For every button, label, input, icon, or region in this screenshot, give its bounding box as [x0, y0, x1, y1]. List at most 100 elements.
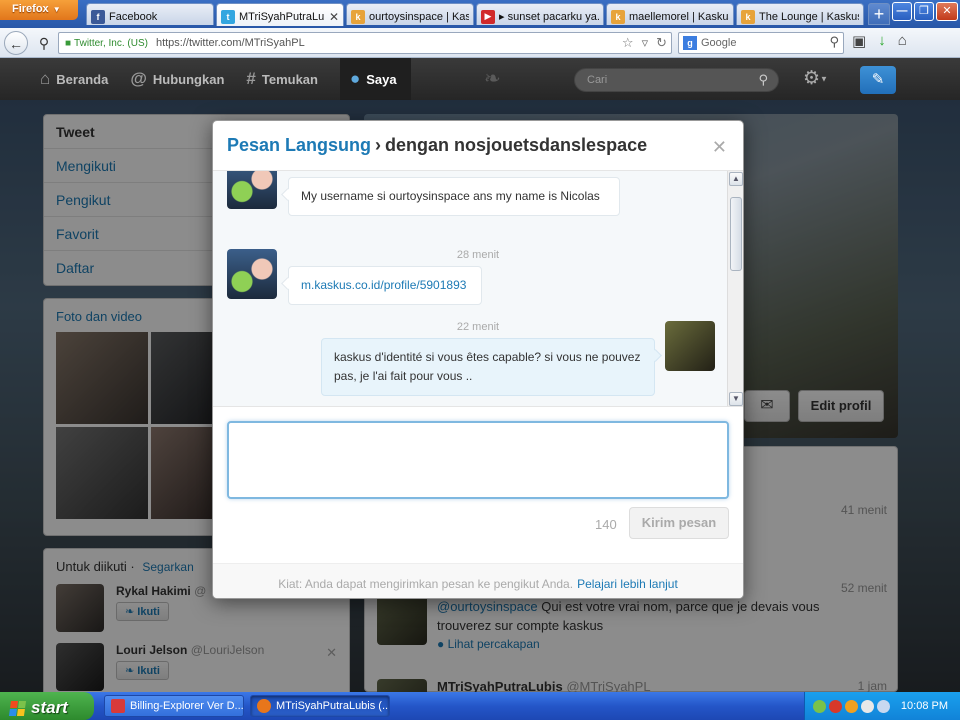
lock-icon: ■ — [65, 37, 72, 49]
youtube-icon: ▶ — [481, 9, 495, 24]
home-icon[interactable]: ⌂ — [898, 32, 907, 50]
start-button[interactable]: start — [0, 692, 94, 720]
chevron-down-icon: ▼ — [820, 74, 828, 84]
tab-kaskus-lounge[interactable]: k The Lounge | Kaskus... — [736, 3, 864, 25]
search-bar[interactable]: g Google ⚲ — [678, 32, 844, 54]
nav-hubungkan[interactable]: @ Hubungkan — [130, 58, 236, 100]
twitter-search-input[interactable]: Cari ⚲ — [574, 68, 779, 92]
twitter-bird-icon[interactable]: ❧ — [484, 66, 501, 91]
maximize-button[interactable]: ❐ — [914, 2, 934, 21]
toolbar-buttons: ▣ ↓ ⌂ — [852, 32, 907, 50]
avatar[interactable] — [227, 249, 277, 299]
thread-scrollbar[interactable]: ▲ ▼ — [727, 171, 743, 406]
breadcrumb-separator: › — [375, 135, 382, 155]
chevron-down-icon: ▼ — [52, 5, 61, 14]
dialog-footer: Kiat: Anda dapat mengirimkan pesan ke pe… — [213, 563, 743, 598]
scroll-down-arrow-icon[interactable]: ▼ — [729, 392, 743, 406]
task-billing-explorer[interactable]: Billing-Explorer Ver D... — [104, 695, 244, 717]
dm-breadcrumb-link[interactable]: Pesan Langsung — [227, 135, 371, 155]
nav-label: Hubungkan — [152, 71, 225, 87]
bookmarks-icon[interactable]: ▣ — [852, 32, 866, 50]
tray-volume-icon[interactable] — [861, 699, 874, 713]
nav-label: Saya — [366, 71, 397, 87]
character-counter: 140 — [595, 517, 617, 532]
ssl-identity[interactable]: Twitter, Inc. (US) — [74, 38, 148, 49]
tab-youtube[interactable]: ▶ ▸ sunset pacarku ya... — [476, 3, 604, 25]
download-icon[interactable]: ↓ — [878, 32, 886, 50]
scroll-up-arrow-icon[interactable]: ▲ — [729, 172, 743, 186]
taskbar-tasks: Billing-Explorer Ver D... MTriSyahPutraL… — [104, 695, 390, 717]
kaskus-icon: k — [611, 9, 625, 24]
at-icon: @ — [130, 69, 147, 88]
tab-strip: f Facebook t MTriSyahPutraLu... ✕ k ourt… — [86, 3, 890, 28]
kaskus-icon: k — [351, 9, 365, 24]
close-window-button[interactable]: ✕ — [936, 2, 958, 21]
message-compose-input[interactable] — [227, 421, 729, 499]
tab-kaskus-ourtoysinspace[interactable]: k ourtoysinspace | Kas... — [346, 3, 474, 25]
reload-icon[interactable]: ↻ — [656, 35, 667, 51]
direct-message-dialog: Pesan Langsung › dengan nosjouetsdanslespa… — [212, 120, 744, 599]
tab-twitter[interactable]: t MTriSyahPutraLu... ✕ — [216, 3, 344, 26]
twitter-icon: t — [221, 10, 235, 24]
windows-taskbar: start Billing-Explorer Ver D... MTriSyah… — [0, 692, 960, 720]
browser-nav-bar: ← ⚲ ■ Twitter, Inc. (US) https://twitter… — [0, 28, 960, 58]
task-firefox[interactable]: MTriSyahPutraLubis (... — [250, 695, 390, 717]
address-bar[interactable]: ■ Twitter, Inc. (US) https://twitter.com… — [58, 32, 672, 54]
tray-antivirus-icon[interactable] — [829, 699, 842, 713]
key-icon[interactable]: ⚲ — [32, 31, 56, 55]
task-label: MTriSyahPutraLubis (... — [276, 700, 390, 712]
nav-saya[interactable]: ● Saya — [339, 58, 411, 100]
learn-more-link[interactable]: Pelajari lebih lanjut — [577, 577, 678, 591]
nav-temukan[interactable]: # Temukan — [246, 58, 330, 100]
search-placeholder: Cari — [587, 74, 608, 86]
google-icon[interactable]: g — [683, 36, 697, 50]
billing-icon — [111, 699, 125, 713]
back-button[interactable]: ← — [4, 31, 28, 55]
message-timestamp: 28 menit — [456, 249, 500, 261]
window-controls: — ❐ ✕ — [892, 2, 958, 21]
bookmark-star-icon[interactable]: ☆ — [622, 35, 634, 51]
avatar[interactable] — [227, 171, 277, 209]
twitter-nav: ⌂ Beranda @ Hubungkan # Temukan ● Saya — [40, 58, 421, 100]
url-text: https://twitter.com/MTriSyahPL — [155, 37, 305, 49]
tab-label: ▸ sunset pacarku ya... — [499, 11, 599, 23]
gear-icon[interactable]: ⚙▼ — [803, 67, 828, 90]
message-timestamp: 22 menit — [456, 321, 500, 333]
nav-beranda[interactable]: ⌂ Beranda — [40, 58, 120, 100]
dropdown-icon[interactable]: ▿ — [642, 35, 649, 51]
tray-alert-icon[interactable] — [845, 699, 858, 713]
home-icon: ⌂ — [40, 69, 51, 88]
user-icon: ● — [349, 69, 361, 88]
tip-text: Kiat: Anda dapat mengirimkan pesan ke pe… — [278, 577, 574, 591]
close-tab-icon[interactable]: ✕ — [329, 10, 339, 24]
message-bubble: kaskus d'identité si vous êtes capable? … — [321, 338, 655, 396]
windows-logo-icon — [8, 700, 27, 716]
nav-label: Temukan — [261, 71, 318, 87]
new-tab-button[interactable]: + — [868, 3, 890, 25]
close-icon[interactable]: ✕ — [712, 137, 727, 158]
tab-label: MTriSyahPutraLu... — [239, 11, 325, 23]
search-icon[interactable]: ⚲ — [829, 34, 839, 50]
hash-icon: # — [246, 69, 256, 88]
search-icon[interactable]: ⚲ — [758, 72, 768, 88]
minimize-button[interactable]: — — [892, 2, 912, 21]
message-thread[interactable]: My username si ourtoysinspace ans my nam… — [213, 171, 743, 407]
firefox-icon — [257, 699, 271, 713]
tray-chat-icon[interactable] — [877, 699, 890, 713]
facebook-icon: f — [91, 9, 105, 24]
kaskus-icon: k — [741, 9, 755, 24]
tab-label: ourtoysinspace | Kas... — [369, 10, 469, 23]
scrollbar-thumb[interactable] — [730, 197, 742, 271]
tab-label: maellemorel | Kaskus... — [629, 10, 729, 23]
tray-network-icon[interactable] — [813, 699, 826, 713]
task-label: Billing-Explorer Ver D... — [130, 700, 244, 712]
send-message-button[interactable]: Kirim pesan — [629, 507, 729, 539]
dialog-title: Pesan Langsung › dengan nosjouetsdanslespa… — [213, 121, 743, 171]
tab-kaskus-maellemorel[interactable]: k maellemorel | Kaskus... — [606, 3, 734, 25]
avatar[interactable] — [665, 321, 715, 371]
firefox-menu-button[interactable]: Firefox ▼ — [0, 0, 78, 20]
compose-tweet-button[interactable]: ✎ — [860, 66, 896, 94]
system-clock[interactable]: 10:08 PM — [901, 700, 948, 712]
message-link[interactable]: m.kaskus.co.id/profile/5901893 — [288, 266, 482, 305]
tab-facebook[interactable]: f Facebook — [86, 3, 214, 25]
